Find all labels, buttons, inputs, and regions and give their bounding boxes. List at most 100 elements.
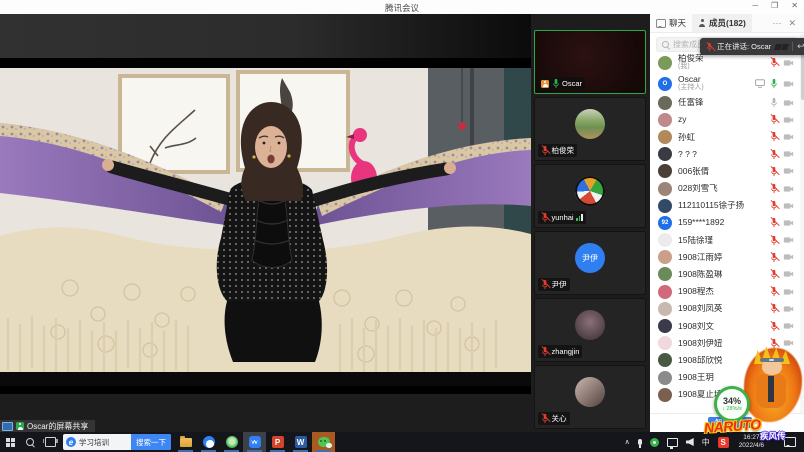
presenter-icon	[16, 422, 24, 430]
member-row[interactable]: 1908刘文	[650, 317, 800, 334]
microphone-icon	[770, 166, 778, 177]
thumbnail-label: 柏俊荣	[538, 144, 577, 157]
microphone-icon	[541, 346, 549, 357]
close-button[interactable]: ✕	[791, 1, 798, 10]
avatar	[658, 199, 672, 213]
member-row[interactable]: 1908王玥	[650, 369, 800, 386]
participant-thumbnail[interactable]: 柏俊荣	[534, 97, 646, 161]
avatar	[658, 56, 672, 70]
camera-icon	[783, 99, 794, 107]
member-row[interactable]: 1908刘凤英	[650, 300, 800, 317]
microphone-icon	[770, 78, 778, 89]
member-row[interactable]: 柏俊荣 (我)	[650, 52, 800, 73]
taskbar: e 学习培训 搜索一下 P W	[0, 432, 804, 452]
microphone-icon	[770, 372, 778, 383]
member-row[interactable]: 1908陈盈琳	[650, 266, 800, 283]
chevron-up-icon[interactable]: ∧	[621, 432, 634, 452]
microphone-icon	[770, 338, 778, 349]
microphone-icon	[770, 252, 778, 263]
host-badge-icon	[541, 80, 549, 88]
member-row[interactable]: 028刘雪飞	[650, 180, 800, 197]
camera-icon	[783, 219, 794, 227]
thumbnail-label: Oscar	[538, 77, 585, 90]
microphone-icon	[552, 78, 560, 89]
muted-mic-icon	[706, 42, 713, 52]
avatar	[575, 176, 605, 206]
avatar: O	[658, 77, 672, 91]
camera-icon	[783, 356, 794, 364]
member-row[interactable]: 006张倩	[650, 163, 800, 180]
member-row[interactable]: 1908江雨婷	[650, 249, 800, 266]
unmute-button[interactable]: 解除静音	[708, 417, 752, 428]
task-view-button[interactable]	[40, 432, 60, 452]
minimize-button[interactable]: ─	[752, 1, 758, 10]
ime-indicator[interactable]: 中	[698, 432, 714, 452]
thumbnail-label: zhangjin	[538, 345, 582, 358]
camera-icon	[783, 288, 794, 296]
member-row[interactable]: O Oscar (主持人)	[650, 73, 800, 94]
meeting-logo-icon	[775, 44, 788, 50]
member-row[interactable]: ? ? ?	[650, 146, 800, 163]
sogou-icon[interactable]: S	[714, 432, 733, 452]
maximize-button[interactable]: ❐	[771, 1, 778, 10]
avatar	[658, 250, 672, 264]
microphone-icon	[770, 269, 778, 280]
member-row[interactable]: zy	[650, 111, 800, 128]
taskbar-clock[interactable]: 16:27 2022/4/6	[733, 434, 770, 450]
member-row[interactable]: 1908刘伊妞	[650, 335, 800, 352]
file-explorer-icon[interactable]	[174, 432, 197, 452]
speaking-toast: 正在讲话: Oscar ↩	[700, 38, 804, 55]
taskbar-search-button[interactable]	[20, 432, 40, 452]
avatar	[658, 302, 672, 316]
browser-green-icon[interactable]	[220, 432, 243, 452]
search-widget-button[interactable]: 搜索一下	[131, 434, 171, 450]
member-row[interactable]: 1908程杰	[650, 283, 800, 300]
window-titlebar: 腾讯会议 ─ ❐ ✕	[0, 0, 804, 14]
search-widget-text[interactable]: 学习培训	[79, 437, 131, 448]
member-row[interactable]: 15陆徐瑾	[650, 232, 800, 249]
member-row[interactable]: 92 159****1892	[650, 214, 800, 231]
avatar	[658, 267, 672, 281]
participant-thumbnail[interactable]: Oscar	[534, 30, 646, 94]
member-row[interactable]: 1908邱欣悦	[650, 352, 800, 369]
tab-members[interactable]: 成员(182)	[692, 14, 752, 32]
powerpoint-icon[interactable]: P	[266, 432, 289, 452]
tencent-meeting-icon[interactable]	[243, 432, 266, 452]
member-row[interactable]: 1908夏止境	[650, 386, 800, 403]
member-row[interactable]: 112110115徐子扬	[650, 197, 800, 214]
panel-close-button[interactable]: ✕	[788, 18, 796, 29]
volume-icon[interactable]	[682, 432, 698, 452]
avatar	[658, 336, 672, 350]
green-app-icon[interactable]	[646, 432, 663, 452]
taskbar-search-widget[interactable]: e 学习培训 搜索一下	[63, 434, 171, 450]
microphone-icon	[541, 212, 549, 223]
tab-chat[interactable]: 聊天	[650, 14, 692, 32]
word-icon[interactable]: W	[289, 432, 312, 452]
camera-icon	[783, 80, 794, 88]
microphone-icon[interactable]	[634, 432, 646, 452]
panel-tabbar: 聊天 成员(182) ··· ✕	[650, 14, 804, 33]
camera-icon	[783, 236, 794, 244]
participant-thumbnail[interactable]: 尹伊 尹伊	[534, 231, 646, 295]
network-icon[interactable]	[663, 432, 682, 452]
camera-icon	[783, 391, 794, 399]
member-row[interactable]: 任富锋	[650, 94, 800, 111]
participant-thumbnail[interactable]: zhangjin	[534, 298, 646, 362]
video-scene	[0, 68, 531, 386]
action-center-icon[interactable]	[784, 437, 796, 447]
meeting-main-area: Oscar的屏幕共享 Oscar	[0, 14, 804, 432]
camera-icon	[783, 202, 794, 210]
participant-thumbnail[interactable]: yunhai	[534, 164, 646, 228]
more-button[interactable]: ···	[772, 18, 781, 28]
microphone-icon	[770, 149, 778, 160]
browser-q-icon[interactable]	[197, 432, 220, 452]
avatar	[575, 109, 605, 139]
participant-thumbnail[interactable]: 关心	[534, 365, 646, 429]
wechat-icon[interactable]	[312, 432, 335, 452]
start-button[interactable]	[0, 432, 20, 452]
restore-arrow-icon[interactable]: ↩	[797, 41, 804, 52]
member-row[interactable]: 孙虹	[650, 128, 800, 145]
panel-scrollbar[interactable]	[800, 34, 804, 432]
avatar	[658, 130, 672, 144]
screen-share-icon	[755, 79, 765, 88]
